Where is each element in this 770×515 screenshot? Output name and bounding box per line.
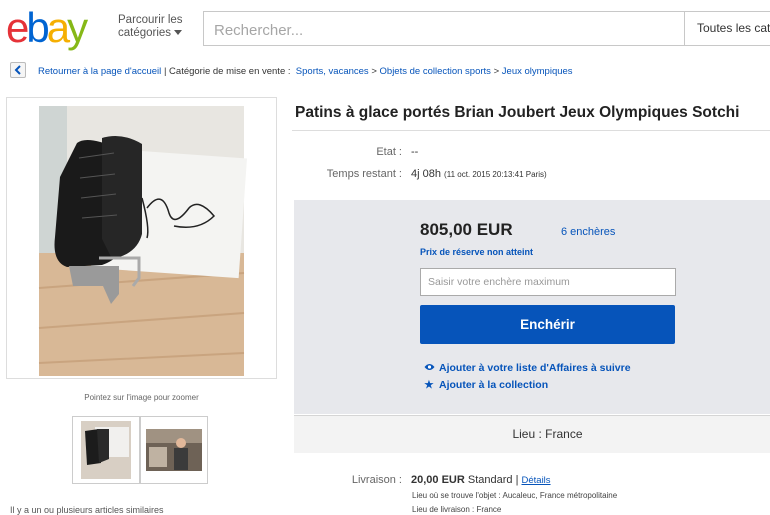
product-image[interactable]: [7, 98, 276, 378]
eye-icon: [422, 362, 436, 374]
bids-count-link[interactable]: 6 enchères: [561, 226, 615, 238]
thumbnail-2[interactable]: [140, 416, 208, 484]
reserve-status: Prix de réserve non atteint: [420, 247, 534, 257]
breadcrumb-item-olympics[interactable]: Jeux olympiques: [502, 66, 573, 77]
item-location: Lieu : France: [512, 427, 583, 441]
breadcrumb-item-collection[interactable]: Objets de collection sports: [380, 66, 491, 77]
back-to-home-link[interactable]: Retourner à la page d'accueil: [38, 66, 161, 77]
back-button[interactable]: [10, 62, 26, 78]
logo-letter-e: e: [6, 4, 28, 51]
chevron-left-icon: [14, 65, 21, 75]
category-prefix: Catégorie de mise en vente :: [169, 66, 291, 77]
shipping-label: Livraison :: [351, 474, 402, 486]
breadcrumb-item-sports[interactable]: Sports, vacances: [296, 66, 369, 77]
add-to-watchlist-link[interactable]: Ajouter à votre liste d'Affaires à suivr…: [422, 362, 631, 374]
breadcrumb-arrow: >: [493, 66, 500, 77]
condition-label: Etat :: [376, 146, 402, 158]
similar-items-note: Il y a un ou plusieurs articles similair…: [10, 505, 164, 515]
breadcrumb: Retourner à la page d'accueil | Catégori…: [38, 66, 573, 77]
place-bid-button[interactable]: Enchérir: [420, 305, 675, 344]
thumbnail-image: [81, 421, 131, 479]
time-left-label: Temps restant :: [326, 168, 402, 180]
time-left-value: 4j 08h (11 oct. 2015 20:13:41 Paris): [411, 168, 547, 180]
current-price: 805,00 EUR: [420, 220, 513, 239]
zoom-hint: Pointez sur l'image pour zoomer: [84, 393, 199, 402]
search-bar: Toutes les caté: [203, 11, 770, 46]
main-image-frame: [6, 97, 277, 379]
logo-letter-b: b: [26, 4, 48, 51]
add-to-collection-link[interactable]: ★ Ajouter à la collection: [422, 379, 548, 391]
browse-categories-button[interactable]: Parcourir les catégories: [118, 14, 183, 40]
category-select[interactable]: Toutes les caté: [684, 12, 770, 45]
thumbnail-1[interactable]: [72, 416, 140, 484]
shipping-method: Standard |: [467, 474, 519, 486]
condition-value: --: [411, 146, 419, 158]
shipping-price: 20,00 EUR: [411, 474, 465, 486]
time-left-end-date: (11 oct. 2015 20:13:41 Paris): [444, 170, 547, 179]
item-location-detail: Lieu où se trouve l'objet : Aucaleuc, Fr…: [412, 491, 618, 500]
item-title: Patins à glace portés Brian Joubert Jeux…: [295, 104, 740, 121]
shipping-details-link[interactable]: Détails: [522, 475, 551, 486]
shipping-info: 20,00 EUR Standard | Détails: [411, 474, 551, 486]
watchlist-label: Ajouter à votre liste d'Affaires à suivr…: [439, 362, 631, 374]
max-bid-input[interactable]: [420, 268, 676, 296]
star-icon: ★: [424, 379, 434, 391]
ebay-logo[interactable]: ebay: [6, 4, 112, 54]
browse-label-line1: Parcourir les: [118, 14, 183, 26]
breadcrumb-arrow: >: [371, 66, 377, 77]
collection-label: Ajouter à la collection: [439, 379, 549, 391]
svg-text:ebay: ebay: [6, 4, 88, 51]
thumbnail-image: [146, 429, 202, 471]
divider: [292, 130, 770, 131]
time-left-duration: 4j 08h: [411, 168, 441, 180]
breadcrumb-separator: |: [163, 66, 167, 77]
search-input[interactable]: [212, 19, 676, 41]
caret-down-icon: [174, 30, 183, 36]
browse-label-line2: catégories: [118, 27, 172, 39]
logo-letter-y: y: [67, 4, 88, 51]
